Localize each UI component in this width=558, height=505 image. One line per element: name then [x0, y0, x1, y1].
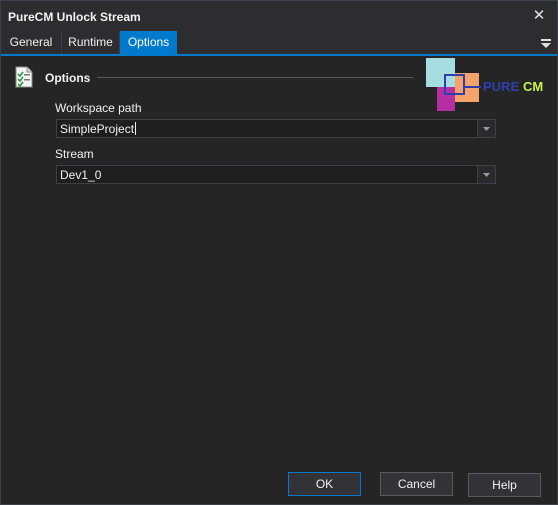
- checklist-icon: [15, 66, 33, 88]
- logo-text-cm: CM: [523, 79, 543, 94]
- window-title: PureCM Unlock Stream: [8, 10, 141, 24]
- workspace-path-combo[interactable]: SimpleProject: [56, 119, 496, 138]
- workspace-path-label: Workspace path: [55, 101, 142, 115]
- stream-dropdown-button[interactable]: [477, 166, 495, 183]
- stream-combo[interactable]: Dev1_0: [56, 165, 496, 184]
- tab-menu-icon[interactable]: [540, 37, 552, 49]
- help-button[interactable]: Help: [468, 473, 541, 497]
- section-title: Options: [45, 71, 91, 85]
- ok-button[interactable]: OK: [288, 472, 361, 496]
- chevron-down-icon: [483, 173, 490, 177]
- workspace-path-dropdown-button[interactable]: [477, 120, 495, 137]
- stream-label: Stream: [55, 147, 94, 161]
- cancel-button[interactable]: Cancel: [380, 472, 453, 496]
- section-divider: [97, 77, 413, 78]
- tab-options[interactable]: Options: [120, 31, 177, 54]
- logo-text-pure: PURE: [483, 79, 519, 94]
- purecm-logo: PURE CM: [426, 58, 543, 111]
- stream-value: Dev1_0: [60, 168, 102, 182]
- text-cursor: [135, 122, 137, 135]
- tab-general[interactable]: General: [1, 31, 62, 54]
- tab-bar: General Runtime Options: [1, 31, 557, 56]
- close-icon[interactable]: ✕: [529, 6, 549, 26]
- title-bar: PureCM Unlock Stream ✕: [1, 1, 557, 31]
- chevron-down-icon: [483, 127, 490, 131]
- dialog-window: PureCM Unlock Stream ✕ General Runtime O…: [0, 0, 558, 505]
- workspace-path-input[interactable]: SimpleProject: [60, 122, 137, 136]
- tab-runtime[interactable]: Runtime: [62, 31, 120, 54]
